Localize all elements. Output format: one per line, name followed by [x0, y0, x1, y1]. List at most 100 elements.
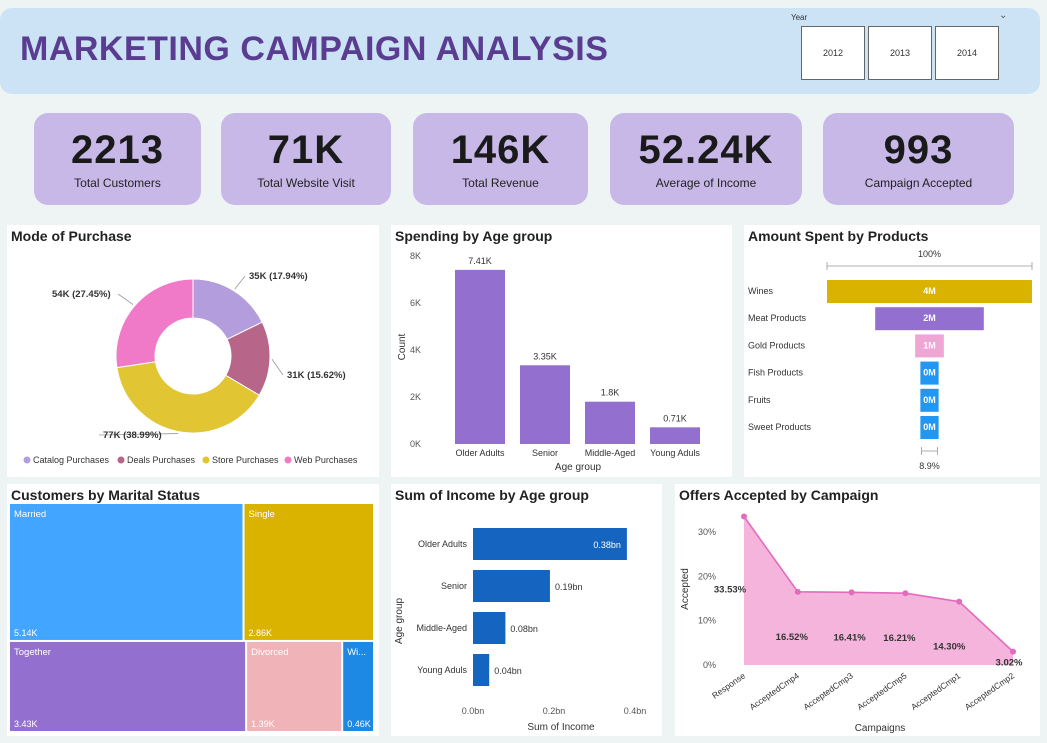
x-tick-label: 0.0bn — [462, 706, 485, 716]
data-label: 4M — [923, 286, 936, 296]
data-point — [848, 589, 855, 596]
kpi-value: 71K — [267, 128, 345, 172]
marital-status-treemap: Married 5.14K Single 2.86K Together 3.43K Divo… — [10, 504, 373, 731]
income-by-age-panel: Sum of Income by Age group 0.38bn Older A… — [391, 484, 662, 736]
kpi-total-revenue: 146K Total Revenue — [413, 113, 588, 205]
y-tick-label: 0K — [410, 439, 421, 449]
data-label: 1M — [923, 340, 936, 350]
tile-value: 5.14K — [14, 628, 38, 638]
year-button-2014[interactable]: 2014 — [935, 26, 999, 80]
x-tick-label: Response — [710, 670, 747, 700]
x-tick-label: 0.4bn — [624, 706, 647, 716]
chevron-down-icon[interactable]: ⌄ — [999, 10, 1007, 21]
data-label: 16.21% — [883, 633, 916, 644]
x-tick-label: AcceptedCmp4 — [748, 670, 802, 712]
data-label: 0M — [923, 395, 936, 405]
category-label: Meat Products — [748, 313, 807, 323]
x-tick-label: Older Adults — [455, 448, 505, 458]
y-tick-label: 4K — [410, 345, 421, 355]
data-label: 31K (15.62%) — [287, 370, 346, 381]
chart-title: Sum of Income by Age group — [395, 487, 589, 503]
data-label: 0.04bn — [494, 666, 522, 676]
data-label: 35K (17.94%) — [249, 271, 308, 282]
data-point — [956, 598, 963, 605]
funnel-bottom-label: 8.9% — [919, 461, 940, 471]
x-tick-label: AcceptedCmp3 — [801, 670, 855, 712]
data-label: 0M — [923, 368, 936, 378]
data-point — [1010, 648, 1016, 655]
bar — [455, 269, 505, 444]
x-axis-label: Campaigns — [855, 723, 906, 734]
tile-label: Married — [14, 509, 46, 520]
kpi-campaign-accepted: 993 Campaign Accepted — [823, 113, 1014, 205]
kpi-label: Campaign Accepted — [864, 176, 973, 190]
x-axis-label: Age group — [555, 462, 602, 473]
mode-of-purchase-chart: 35K (17.94%) 31K (15.62%) 77K (38.99%) 54K … — [23, 271, 358, 465]
legend-entry: Store Purchases — [212, 455, 279, 465]
x-tick-label: Senior — [532, 448, 558, 458]
offers-by-campaign-panel: Offers Accepted by Campaign 0% 10% 20% 30% 3… — [675, 484, 1040, 736]
category-label: Fruits — [748, 395, 771, 405]
legend-entry: Web Purchases — [294, 455, 358, 465]
amount-by-products-chart: 100% Wines 4M Meat Products 2M Gold Products 1… — [748, 249, 1033, 471]
x-tick-label: AcceptedCmp5 — [855, 670, 909, 712]
tile-value: 3.43K — [14, 719, 38, 729]
y-axis-label: Age group — [394, 597, 405, 644]
spending-by-age-panel: Spending by Age group 0K 2K 4K 6K 8K 7.41K Old… — [391, 225, 732, 477]
treemap-tile — [244, 504, 373, 640]
marital-status-panel: Customers by Marital Status Married 5.14K… — [7, 484, 379, 736]
kpi-value: 146K — [450, 128, 551, 172]
data-point — [741, 513, 747, 520]
y-tick-label: Middle-Aged — [416, 623, 467, 633]
year-button-2012[interactable]: 2012 — [801, 26, 865, 80]
data-label: 16.41% — [833, 632, 866, 643]
y-axis-label: Count — [397, 333, 408, 360]
kpi-value: 993 — [883, 128, 954, 172]
leader-line — [117, 293, 134, 305]
x-tick-label: 0.2bn — [543, 706, 566, 716]
data-label: 7.41K — [468, 256, 492, 266]
y-tick-label: 0% — [703, 660, 716, 670]
x-tick-label: AcceptedCmp1 — [909, 670, 963, 712]
y-tick-label: Senior — [441, 581, 467, 591]
bar — [650, 427, 700, 444]
kpi-label: Total Website Visit — [257, 176, 355, 190]
bar — [473, 570, 550, 602]
legend-marker — [117, 456, 125, 464]
data-label: 0M — [923, 422, 936, 432]
data-point — [794, 588, 801, 595]
legend-marker — [202, 456, 210, 464]
category-label: Wines — [748, 286, 774, 296]
chart-title: Offers Accepted by Campaign — [679, 487, 879, 503]
y-tick-label: 30% — [698, 527, 716, 537]
treemap-tile — [10, 504, 243, 640]
category-label: Sweet Products — [748, 422, 812, 432]
spending-by-age-chart: 0K 2K 4K 6K 8K 7.41K Older Adults 3.35K Senior 1.… — [397, 251, 700, 473]
pie-slice — [115, 278, 194, 369]
data-point — [902, 590, 909, 597]
data-label: 1.8K — [601, 388, 620, 398]
tile-value: 1.39K — [251, 719, 275, 729]
bar — [585, 401, 635, 444]
data-label: 0.08bn — [510, 624, 538, 634]
year-button-2013[interactable]: 2013 — [868, 26, 932, 80]
chart-title: Amount Spent by Products — [748, 228, 929, 244]
legend-marker — [284, 456, 292, 464]
bar — [520, 365, 570, 444]
data-label: 0.71K — [663, 413, 687, 423]
x-tick-label: AcceptedCmp2 — [963, 670, 1017, 712]
legend-entry: Catalog Purchases — [33, 455, 110, 465]
data-label: 2M — [923, 313, 936, 323]
mode-of-purchase-panel: Mode of Purchase 35K (17.94%) 31K (15.62%… — [7, 225, 379, 477]
category-label: Gold Products — [748, 340, 806, 350]
y-tick-label: Young Aduls — [417, 665, 467, 675]
leader-line — [271, 358, 284, 376]
data-label: 16.52% — [776, 632, 809, 643]
y-tick-label: 6K — [410, 298, 421, 308]
kpi-label: Total Revenue — [462, 176, 539, 190]
bar — [473, 654, 490, 686]
y-tick-label: 8K — [410, 251, 421, 261]
offers-by-campaign-chart: 0%10%20%30%33.53%Response16.52%AcceptedC… — [680, 513, 1023, 734]
y-tick-label: 2K — [410, 392, 421, 402]
tile-label: Divorced — [251, 647, 289, 658]
